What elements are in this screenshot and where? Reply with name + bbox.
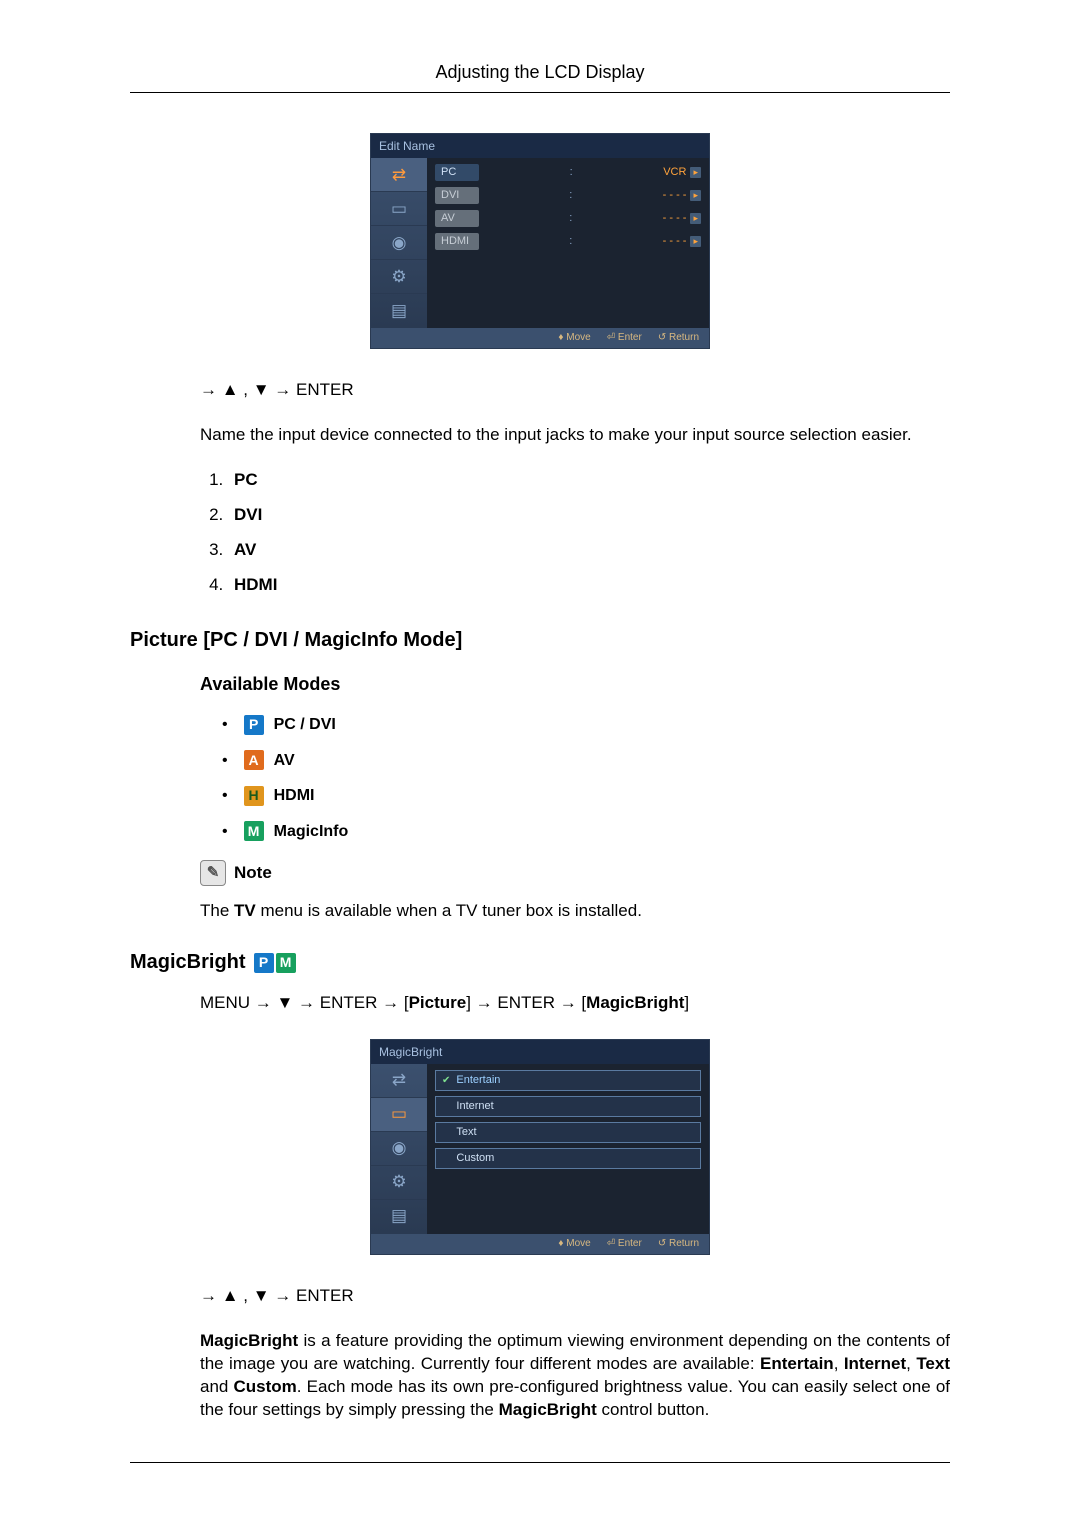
osd-row: AV : - - - -▸ [435,210,701,227]
sound-icon: ◉ [371,226,427,260]
picture-icon: ▭ [371,1098,427,1132]
osd-option: ✔ Entertain [435,1070,701,1091]
mode-h-icon: H [244,786,264,806]
osd-content: PC : VCR▸ DVI : - - - -▸ AV : - - - -▸ H… [427,158,709,328]
chevron-right-icon: ▸ [690,167,701,178]
setup-icon: ⚙ [371,260,427,294]
osd-row-label: DVI [435,187,479,204]
osd-title: MagicBright [371,1040,709,1064]
chevron-right-icon: ▸ [690,236,701,247]
osd-footer: ♦ Move ⏎ Enter ↺ Return [371,1234,709,1254]
page-header: Adjusting the LCD Display [130,60,950,93]
magic-pm-icons: P M [254,953,296,973]
osd-title: Edit Name [371,134,709,158]
nav-instruction: → ▲ , ▼ → ENTER [200,379,950,402]
osd-side-icons: ⇄ ▭ ◉ ⚙ ▤ [371,158,427,328]
list-item: AV [228,539,950,562]
osd-content: ✔ Entertain ✔ Internet ✔ Text ✔ Custom [427,1064,709,1234]
mode-label: PC / DVI [274,714,336,736]
osd-row: HDMI : - - - -▸ [435,233,701,250]
mode-item: A AV [222,750,950,772]
mode-label: MagicInfo [274,821,349,843]
list-item: DVI [228,504,950,527]
osd-option-label: Entertain [456,1073,500,1088]
mode-item: P PC / DVI [222,714,950,736]
mode-m-icon: M [244,821,264,841]
nav-instruction: → ▲ , ▼ → ENTER [200,1285,950,1308]
osd-row-label: AV [435,210,479,227]
osd-row-label: HDMI [435,233,479,250]
multi-icon: ▤ [371,1200,427,1234]
page-footer-line [130,1462,950,1463]
magic-menu-path: MENU → ▼ → ENTER → [Picture] → ENTER → [… [200,992,950,1015]
sound-icon: ◉ [371,1132,427,1166]
osd-row-value: VCR▸ [663,165,701,180]
osd-option: ✔ Custom [435,1148,701,1169]
osd-row-label: PC [435,164,479,181]
note-label: Note [234,862,272,885]
chevron-right-icon: ▸ [690,190,701,201]
mode-a-icon: A [244,750,264,770]
osd-row-value: - - - -▸ [663,234,701,249]
footer-enter: ⏎ Enter [607,331,642,345]
footer-return: ↺ Return [658,331,699,345]
mode-item: M MagicInfo [222,821,950,843]
multi-icon: ▤ [371,294,427,328]
osd-option-label: Text [456,1125,476,1140]
check-icon: ✔ [442,1074,450,1088]
available-modes-list: P PC / DVI A AV H HDMI M MagicInfo [222,714,950,842]
footer-enter: ⏎ Enter [607,1237,642,1251]
edit-name-description: Name the input device connected to the i… [200,424,950,447]
mode-p-icon: P [244,715,264,735]
input-list: PC DVI AV HDMI [228,469,950,597]
footer-return: ↺ Return [658,1237,699,1251]
picture-icon: ▭ [371,192,427,226]
note-heading: ✎ Note [200,860,950,886]
list-item: PC [228,469,950,492]
mode-label: AV [274,750,295,772]
magicbright-heading: MagicBright P M [130,949,950,976]
page-title: Adjusting the LCD Display [435,62,644,82]
osd-row: DVI : - - - -▸ [435,187,701,204]
magicbright-description: MagicBright is a feature providing the o… [200,1330,950,1422]
available-modes-heading: Available Modes [200,672,950,696]
osd-edit-name: Edit Name ⇄ ▭ ◉ ⚙ ▤ PC : VCR▸ DVI : - - … [370,133,710,349]
input-icon: ⇄ [371,158,427,192]
mode-item: H HDMI [222,785,950,807]
mode-p-icon: P [254,953,274,973]
osd-side-icons: ⇄ ▭ ◉ ⚙ ▤ [371,1064,427,1234]
input-icon: ⇄ [371,1064,427,1098]
osd-option-label: Custom [456,1151,494,1166]
mode-m-icon: M [276,953,296,973]
osd-option-label: Internet [456,1099,493,1114]
osd-row-value: - - - -▸ [663,211,701,226]
chevron-right-icon: ▸ [690,213,701,224]
mode-label: HDMI [274,785,315,807]
osd-option: ✔ Text [435,1122,701,1143]
note-icon: ✎ [200,860,226,886]
footer-move: ♦ Move [558,1237,590,1251]
osd-footer: ♦ Move ⏎ Enter ↺ Return [371,328,709,348]
setup-icon: ⚙ [371,1166,427,1200]
osd-row: PC : VCR▸ [435,164,701,181]
osd-magicbright: MagicBright ⇄ ▭ ◉ ⚙ ▤ ✔ Entertain ✔ Inte… [370,1039,710,1255]
section-picture-heading: Picture [PC / DVI / MagicInfo Mode] [130,627,950,654]
footer-move: ♦ Move [558,331,590,345]
list-item: HDMI [228,574,950,597]
osd-row-value: - - - -▸ [663,188,701,203]
note-text: The TV menu is available when a TV tuner… [200,900,950,923]
osd-option: ✔ Internet [435,1096,701,1117]
